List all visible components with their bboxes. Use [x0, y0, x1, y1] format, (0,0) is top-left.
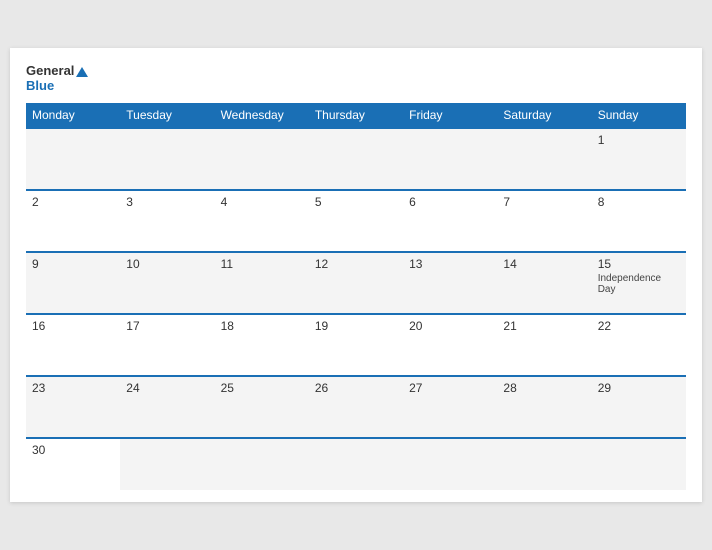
day-cell: 3: [120, 190, 214, 252]
weekday-header-wednesday: Wednesday: [215, 103, 309, 128]
day-cell: 22: [592, 314, 686, 376]
day-cell: [309, 438, 403, 490]
day-number: 10: [126, 257, 208, 271]
day-cell: 16: [26, 314, 120, 376]
day-number: 5: [315, 195, 397, 209]
day-cell: [497, 128, 591, 190]
day-cell: [403, 128, 497, 190]
week-row-2: 9 10 11 12 13 14 15 Independence Day: [26, 252, 686, 314]
day-number: 26: [315, 381, 397, 395]
day-number: 30: [32, 443, 114, 457]
day-cell: 1: [592, 128, 686, 190]
day-cell: [120, 438, 214, 490]
day-number: 24: [126, 381, 208, 395]
week-row-3: 16 17 18 19 20 21 22: [26, 314, 686, 376]
logo-blue-text: Blue: [26, 79, 88, 93]
day-number: 1: [598, 133, 680, 147]
week-row-5: 30: [26, 438, 686, 490]
day-cell: 18: [215, 314, 309, 376]
day-number: 4: [221, 195, 303, 209]
calendar-header: General Blue: [26, 64, 686, 93]
day-number: 6: [409, 195, 491, 209]
day-number: 23: [32, 381, 114, 395]
weekday-header-sunday: Sunday: [592, 103, 686, 128]
day-number: 16: [32, 319, 114, 333]
day-cell: 9: [26, 252, 120, 314]
day-cell: [497, 438, 591, 490]
day-number: 14: [503, 257, 585, 271]
weekday-header-thursday: Thursday: [309, 103, 403, 128]
day-cell: [309, 128, 403, 190]
day-number: 3: [126, 195, 208, 209]
day-cell: 2: [26, 190, 120, 252]
logo-triangle-icon: [76, 67, 88, 77]
day-number: 11: [221, 257, 303, 271]
week-row-1: 2345678: [26, 190, 686, 252]
weekday-header-row: MondayTuesdayWednesdayThursdayFridaySatu…: [26, 103, 686, 128]
day-number: 28: [503, 381, 585, 395]
day-cell: 15 Independence Day: [592, 252, 686, 314]
calendar-container: General Blue MondayTuesdayWednesdayThurs…: [10, 48, 702, 502]
day-cell: [215, 438, 309, 490]
day-cell: 10: [120, 252, 214, 314]
day-number: 29: [598, 381, 680, 395]
week-row-0: 1: [26, 128, 686, 190]
day-cell: [26, 128, 120, 190]
day-cell: 30: [26, 438, 120, 490]
day-cell: 13: [403, 252, 497, 314]
day-cell: 11: [215, 252, 309, 314]
day-cell: 23: [26, 376, 120, 438]
day-cell: 20: [403, 314, 497, 376]
day-number: 21: [503, 319, 585, 333]
day-cell: [592, 438, 686, 490]
day-cell: 26: [309, 376, 403, 438]
day-cell: [120, 128, 214, 190]
week-row-4: 23 24 25 26 27 28 29: [26, 376, 686, 438]
day-number: 18: [221, 319, 303, 333]
day-number: 20: [409, 319, 491, 333]
day-cell: 5: [309, 190, 403, 252]
weekday-header-saturday: Saturday: [497, 103, 591, 128]
day-cell: 24: [120, 376, 214, 438]
day-cell: 29: [592, 376, 686, 438]
day-cell: 14: [497, 252, 591, 314]
day-number: 9: [32, 257, 114, 271]
day-number: 25: [221, 381, 303, 395]
day-event: Independence Day: [598, 273, 680, 295]
weekday-header-tuesday: Tuesday: [120, 103, 214, 128]
day-cell: 4: [215, 190, 309, 252]
day-cell: 28: [497, 376, 591, 438]
day-number: 27: [409, 381, 491, 395]
day-number: 8: [598, 195, 680, 209]
weekday-header-friday: Friday: [403, 103, 497, 128]
day-cell: [215, 128, 309, 190]
day-number: 13: [409, 257, 491, 271]
day-cell: 6: [403, 190, 497, 252]
day-cell: 12: [309, 252, 403, 314]
day-cell: 25: [215, 376, 309, 438]
logo-general-text: General: [26, 64, 88, 78]
day-cell: 7: [497, 190, 591, 252]
day-number: 12: [315, 257, 397, 271]
day-cell: 27: [403, 376, 497, 438]
day-cell: [403, 438, 497, 490]
weekday-header-monday: Monday: [26, 103, 120, 128]
day-cell: 21: [497, 314, 591, 376]
day-number: 15: [598, 257, 680, 271]
day-cell: 19: [309, 314, 403, 376]
calendar-table: MondayTuesdayWednesdayThursdayFridaySatu…: [26, 103, 686, 490]
day-number: 7: [503, 195, 585, 209]
day-number: 2: [32, 195, 114, 209]
day-number: 19: [315, 319, 397, 333]
day-cell: 8: [592, 190, 686, 252]
day-cell: 17: [120, 314, 214, 376]
day-number: 17: [126, 319, 208, 333]
logo: General Blue: [26, 64, 88, 93]
day-number: 22: [598, 319, 680, 333]
